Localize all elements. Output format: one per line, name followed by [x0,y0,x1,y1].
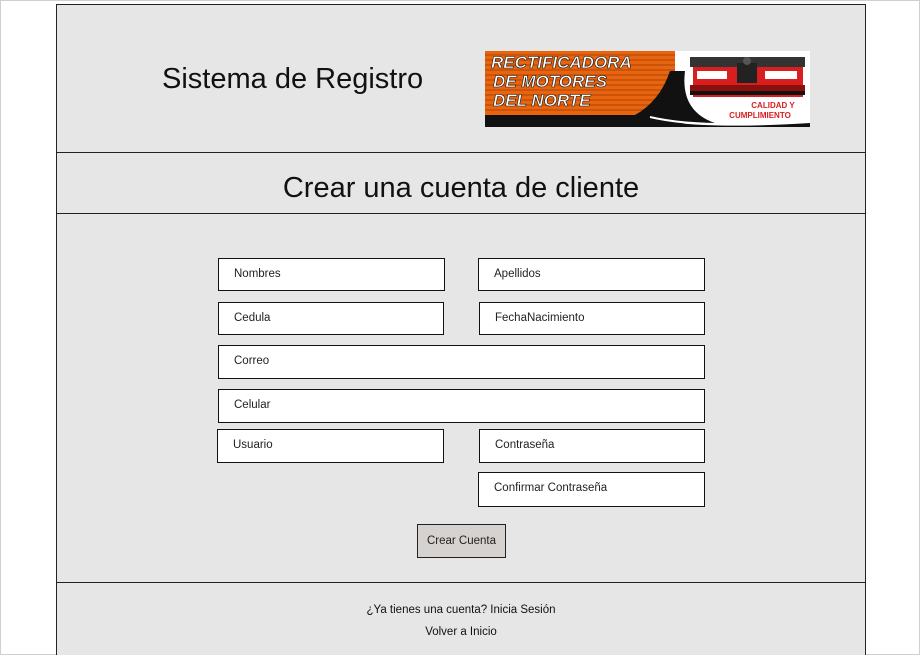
contrasena-input[interactable]: Contraseña [479,429,705,463]
correo-input[interactable]: Correo [218,345,705,379]
home-link[interactable]: Volver a Inicio [57,626,865,638]
logo-line3: DEL NORTE [493,91,591,110]
logo-tagline2: CUMPLIMIENTO [729,111,791,120]
app-title: Sistema de Registro [162,63,424,95]
logo-line2: DE MOTORES [493,72,608,91]
apellidos-input[interactable]: Apellidos [478,258,705,291]
registration-form: Nombres Apellidos Cedula FechaNacimiento… [57,214,865,583]
logo-line1: RECTIFICADORA [491,53,632,72]
header: Sistema de Registro RECTIFICADORA DE MOT… [57,5,865,153]
nombres-input[interactable]: Nombres [218,258,445,291]
login-link[interactable]: ¿Ya tienes una cuenta? Inicia Sesión [57,604,865,616]
cedula-input[interactable]: Cedula [218,302,444,335]
form-title: Crear una cuenta de cliente [282,172,640,204]
usuario-input[interactable]: Usuario [217,429,444,463]
fecha-nacimiento-input[interactable]: FechaNacimiento [479,302,705,335]
crear-cuenta-button[interactable]: Crear Cuenta [417,524,506,558]
celular-input[interactable]: Celular [218,389,705,423]
company-logo: RECTIFICADORA DE MOTORES DEL NORTE CALID… [485,51,810,127]
footer: ¿Ya tienes una cuenta? Inicia Sesión Vol… [57,583,865,656]
confirmar-contrasena-input[interactable]: Confirmar Contraseña [478,472,705,507]
registration-page: Sistema de Registro RECTIFICADORA DE MOT… [56,4,866,655]
logo-tagline1: CALIDAD Y [751,101,795,110]
form-title-bar: Crear una cuenta de cliente [57,153,865,214]
